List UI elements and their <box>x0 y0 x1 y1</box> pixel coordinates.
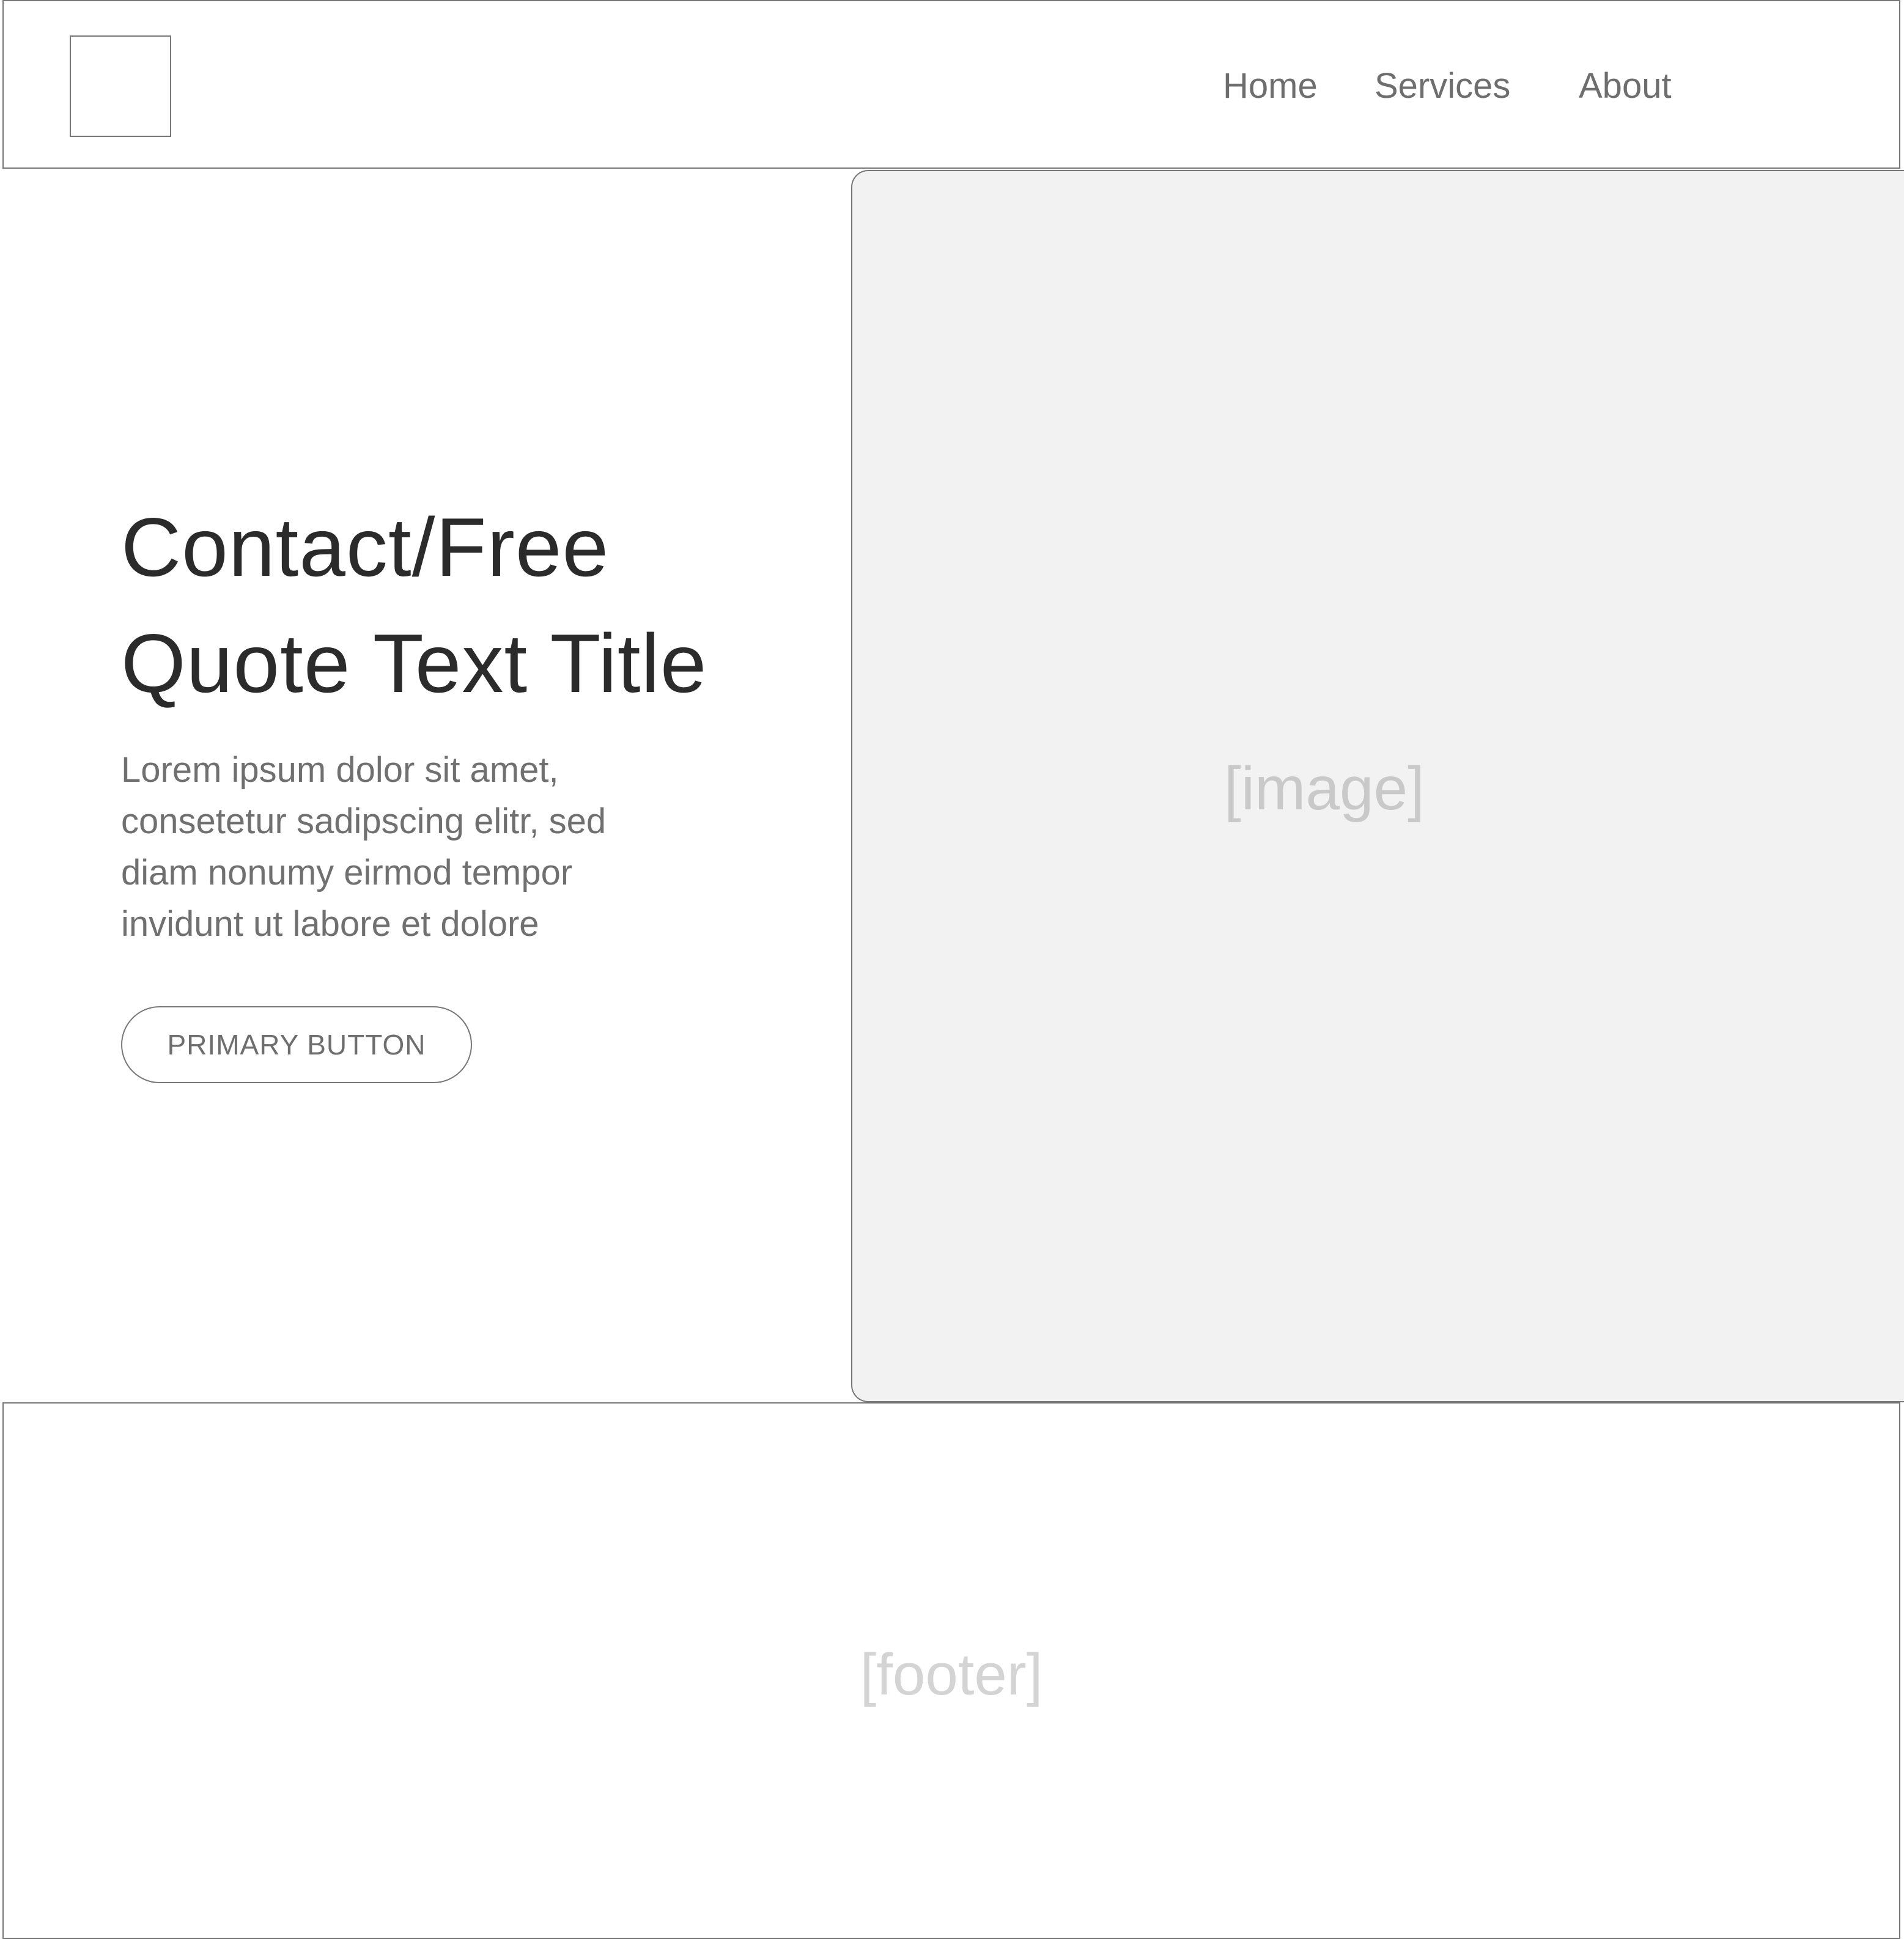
hero-description-line-2: consetetur sadipscing elitr, sed <box>121 801 607 841</box>
hero-title: Contact/Free Quote Text Title <box>121 489 707 721</box>
hero-description-line-3: diam nonumy eirmod tempor <box>121 853 573 892</box>
hero-title-line-2: Quote Text Title <box>121 617 707 710</box>
image-placeholder-label: [image] <box>1224 754 1425 823</box>
hero-title-line-1: Contact/Free <box>121 501 610 594</box>
main-nav: Home Services About <box>4 65 1899 108</box>
nav-link-services[interactable]: Services <box>1374 65 1510 108</box>
primary-button[interactable]: PRIMARY BUTTON <box>121 1006 472 1083</box>
hero-description: Lorem ipsum dolor sit amet, consetetur s… <box>121 745 732 950</box>
hero-description-line-4: invidunt ut labore et dolore <box>121 904 539 944</box>
nav-link-about[interactable]: About <box>1579 65 1672 108</box>
site-header: Home Services About <box>2 0 1900 169</box>
image-placeholder: [image] <box>851 170 1904 1402</box>
site-footer: [footer] <box>2 1402 1900 1939</box>
nav-link-home[interactable]: Home <box>1223 65 1318 108</box>
footer-placeholder-label: [footer] <box>860 1642 1043 1707</box>
hero-description-line-1: Lorem ipsum dolor sit amet, <box>121 750 559 790</box>
